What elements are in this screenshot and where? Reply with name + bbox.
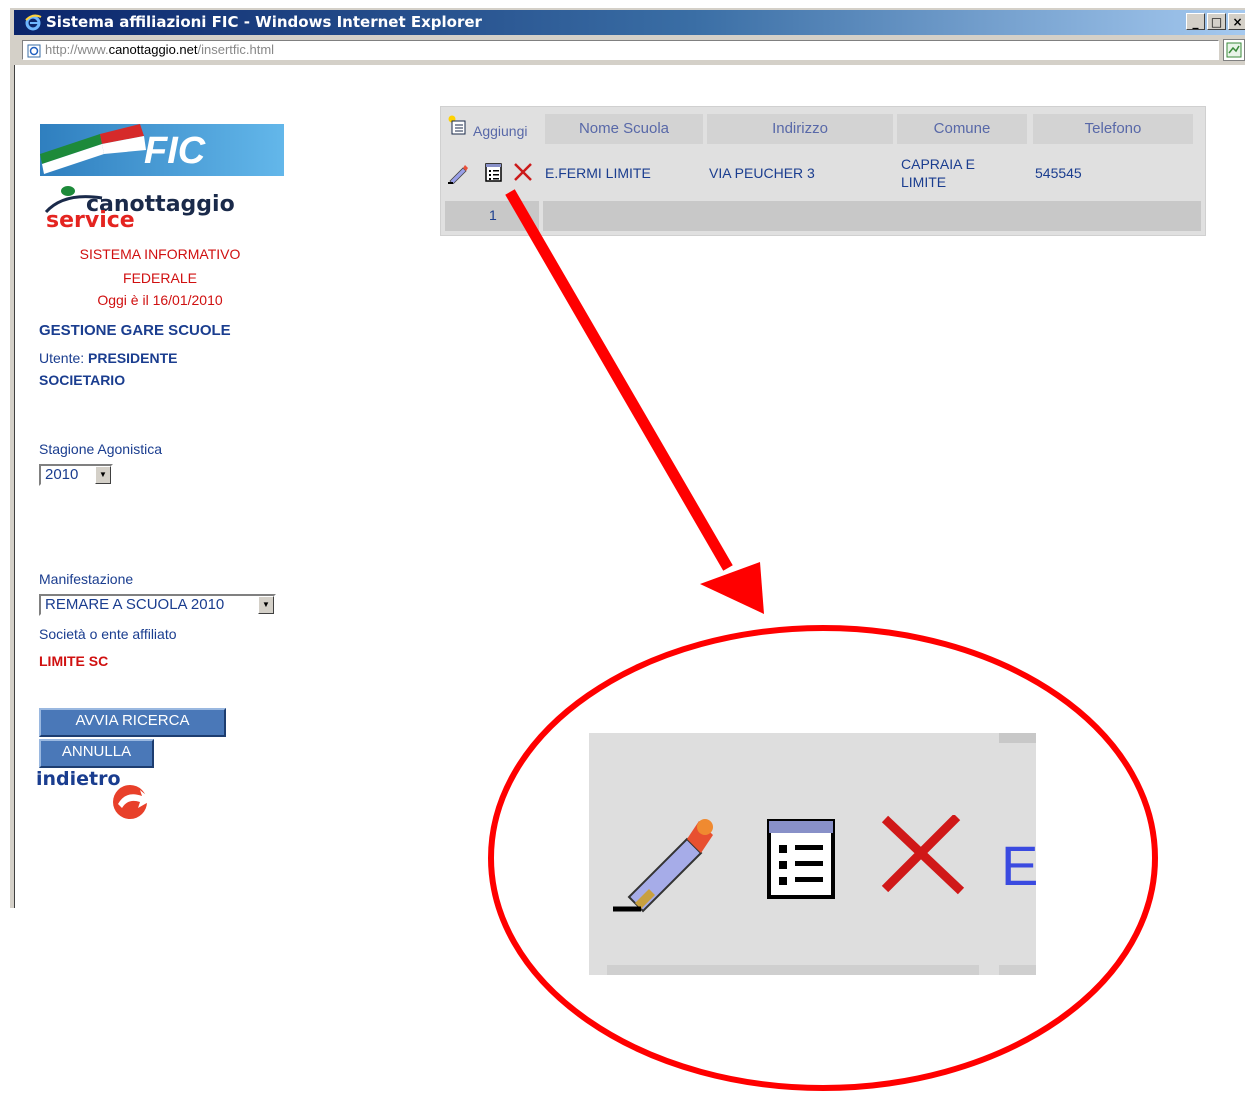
- season-select-value: 2010: [45, 466, 79, 483]
- zoom-bar-bottom-2: [999, 965, 1036, 975]
- search-button[interactable]: AVVIA RICERCA: [39, 708, 226, 737]
- cancel-button[interactable]: ANNULLA: [39, 739, 154, 768]
- cell-telefono: 545545: [1035, 165, 1082, 181]
- pager-cell: 1: [445, 201, 539, 231]
- chevron-down-icon: ▼: [95, 466, 111, 484]
- url-prefix: http://www.: [45, 42, 109, 57]
- zoom-inset: E: [589, 733, 1039, 975]
- detail-icon[interactable]: [485, 163, 503, 183]
- flag-stripes-icon: [40, 124, 146, 174]
- close-button[interactable]: ×: [1228, 13, 1245, 30]
- system-title: SISTEMA INFORMATIVO FEDERALE: [79, 246, 241, 286]
- user-info: Utente: PRESIDENTE SOCIETARIO: [39, 347, 229, 391]
- cell-comune: CAPRAIA E LIMITE: [901, 156, 975, 190]
- column-header-indirizzo[interactable]: Indirizzo: [707, 114, 893, 144]
- brand-line-2: service: [46, 208, 135, 233]
- address-bar: http://www.canottaggio.net/insertfic.htm…: [14, 35, 1245, 65]
- window-title: Sistema affiliazioni FIC - Windows Inter…: [46, 13, 482, 31]
- url-host: canottaggio.net: [108, 42, 198, 57]
- maximize-button[interactable]: □: [1207, 13, 1226, 30]
- season-select[interactable]: 2010 ▼: [39, 464, 113, 486]
- back-arrow-icon[interactable]: [108, 782, 156, 822]
- user-label: Utente:: [39, 350, 85, 366]
- detail-icon-zoomed: [767, 819, 835, 899]
- edit-pencil-icon[interactable]: [447, 162, 469, 184]
- url-field[interactable]: http://www.canottaggio.net/insertfic.htm…: [22, 40, 1219, 60]
- club-label: Società o ente affiliato: [39, 626, 177, 642]
- fic-logo: FIC: [40, 124, 284, 176]
- window-controls: _ □ ×: [1186, 13, 1245, 30]
- column-header-telefono[interactable]: Telefono: [1033, 114, 1193, 144]
- cell-nome[interactable]: E.FERMI LIMITE: [545, 165, 651, 181]
- zoom-bar-bottom: [607, 965, 979, 975]
- pager-bar: [543, 201, 1201, 231]
- zoom-edge-letter: E: [1001, 834, 1039, 897]
- column-header-comune[interactable]: Comune: [897, 114, 1027, 144]
- internet-explorer-icon: [25, 14, 42, 31]
- event-select[interactable]: REMARE A SCUOLA 2010 ▼: [39, 594, 276, 616]
- club-value: LIMITE SC: [39, 653, 109, 669]
- season-label: Stagione Agonistica: [39, 441, 162, 457]
- section-title: GESTIONE GARE SCUOLE: [39, 322, 231, 339]
- title-bar: Sistema affiliazioni FIC - Windows Inter…: [14, 10, 1245, 35]
- fic-logo-text: FIC: [144, 130, 206, 172]
- go-button[interactable]: [1223, 39, 1245, 61]
- delete-icon[interactable]: [513, 162, 533, 182]
- page-icon: [27, 44, 41, 58]
- page-link[interactable]: 1: [489, 207, 497, 223]
- schools-grid: Aggiungi Nome Scuola Indirizzo Comune Te…: [440, 106, 1206, 236]
- chevron-down-icon: ▼: [258, 596, 274, 614]
- add-record-button[interactable]: Aggiungi: [447, 113, 541, 143]
- delete-icon-zoomed: [881, 815, 965, 895]
- zoom-bar-top: [999, 733, 1036, 743]
- url-path: /insertfic.html: [197, 42, 275, 57]
- column-header-nome[interactable]: Nome Scuola: [545, 114, 703, 144]
- table-row: E.FERMI LIMITE VIA PEUCHER 3 CAPRAIA E L…: [441, 149, 1207, 197]
- current-date: Oggi è il 16/01/2010: [97, 292, 223, 308]
- edit-pencil-icon-zoomed: [613, 819, 713, 913]
- go-icon: [1226, 42, 1242, 58]
- add-record-icon: [448, 115, 466, 135]
- cell-indirizzo: VIA PEUCHER 3: [709, 165, 815, 181]
- canottaggio-service-logo: canottaggio service: [44, 186, 294, 238]
- add-label: Aggiungi: [473, 123, 528, 139]
- event-select-value: REMARE A SCUOLA 2010: [45, 596, 225, 613]
- minimize-button[interactable]: _: [1186, 13, 1205, 30]
- event-label: Manifestazione: [39, 571, 134, 587]
